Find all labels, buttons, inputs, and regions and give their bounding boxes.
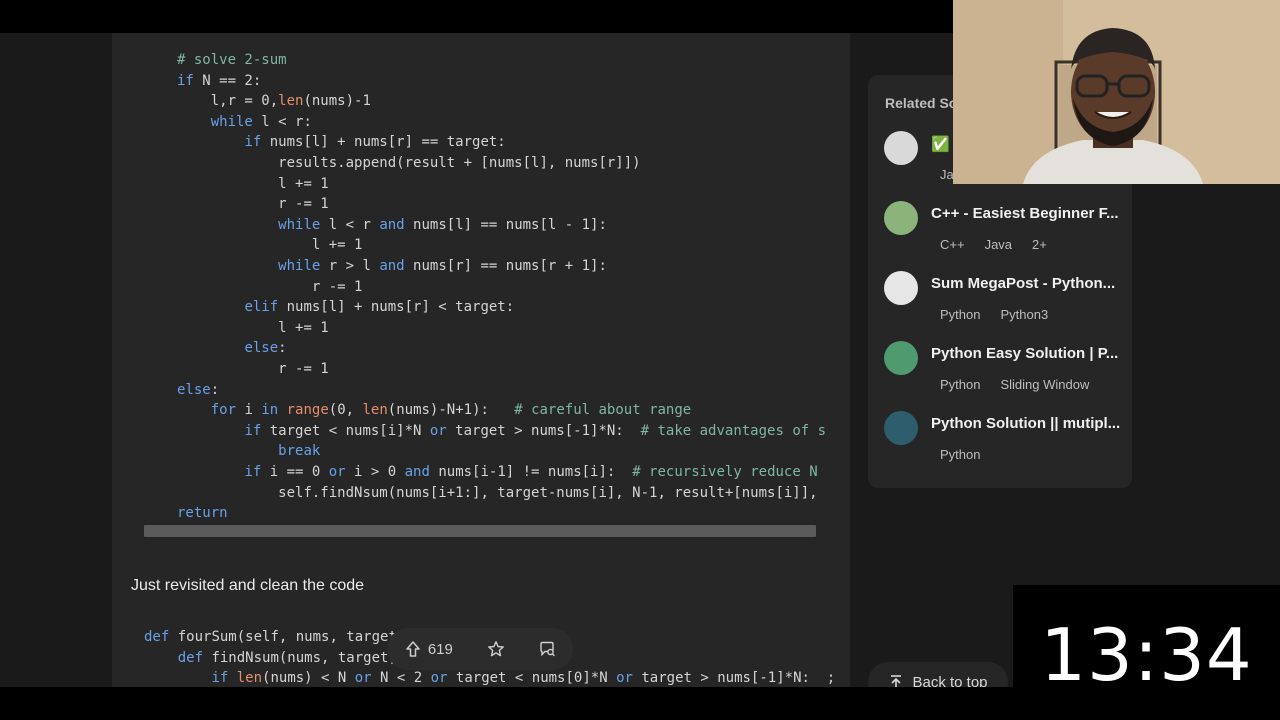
code-line: r -= 1 (311, 278, 363, 295)
code-line: while l < r and nums[l] == nums[l - 1]: (278, 216, 607, 233)
tag[interactable]: C++ (940, 237, 965, 252)
related-solutions-title: Related Sc (885, 95, 957, 111)
favorite-button[interactable] (487, 640, 505, 658)
left-gutter (0, 33, 112, 687)
code-line: while r > l and nums[r] == nums[r + 1]: (278, 258, 607, 274)
code-line: if nums[l] + nums[r] == target: (244, 134, 506, 151)
video-timestamp-overlay: 13:34 (1013, 585, 1280, 720)
code-line: # solve 2-sum (177, 52, 287, 68)
horizontal-scrollbar[interactable] (144, 525, 816, 537)
tag[interactable]: Python (940, 307, 980, 322)
avatar (884, 131, 918, 165)
tag[interactable]: Ja (940, 167, 954, 182)
code-line: elif nums[l] + nums[r] < target: (244, 299, 515, 316)
code-line: if N == 2: (177, 72, 262, 89)
upvote-button[interactable]: 619 (404, 640, 453, 658)
code-line: if len(nums) < N or N < 2 or target < nu… (211, 670, 836, 687)
related-solution-tags: Python Python3 (940, 307, 1068, 322)
arrow-up-to-line-icon (891, 675, 902, 687)
related-solution-title[interactable]: C++ - Easiest Beginner F... (931, 205, 1119, 222)
tag[interactable]: Sliding Window (1000, 377, 1089, 392)
code-line: self.findNsum(nums[i+1:], target-nums[i]… (278, 484, 818, 501)
code-line: r -= 1 (278, 196, 329, 213)
avatar (884, 341, 918, 375)
code-line: results.append(result + [nums[l], nums[r… (278, 155, 641, 171)
code-line: else: (244, 340, 287, 357)
code-line: break (278, 443, 321, 460)
code-line: l += 1 (278, 319, 329, 336)
webcam-overlay (953, 0, 1280, 184)
tag[interactable]: Python3 (1000, 307, 1048, 322)
code-line: while l < r: (210, 113, 312, 130)
upvote-count: 619 (427, 640, 453, 658)
code-line: return (177, 505, 228, 522)
upvote-icon (406, 641, 420, 657)
back-to-top-button[interactable]: Back to top (868, 662, 1008, 687)
code-line: for i in range(0, len(nums)-N+1): # care… (210, 402, 692, 419)
code-line: l += 1 (311, 237, 363, 254)
tag[interactable]: 2+ (1032, 237, 1047, 252)
comment-search-button[interactable] (538, 640, 556, 658)
action-bar: 619 (387, 628, 573, 670)
chat-search-icon (540, 641, 556, 657)
code-line: r -= 1 (278, 361, 329, 377)
code-line: if target < nums[i]*N or target > nums[-… (244, 422, 827, 439)
avatar (884, 271, 918, 305)
code-line: if i == 0 or i > 0 and nums[i-1] != nums… (244, 464, 818, 480)
star-icon (487, 641, 504, 657)
related-solution-tags: Python Sliding Window (940, 377, 1109, 392)
avatar (884, 411, 918, 445)
code-line: else: (177, 381, 220, 398)
code-line: l += 1 (278, 175, 329, 192)
tag[interactable]: Python (940, 377, 980, 392)
related-solution-title[interactable]: Python Solution || mutipl... (931, 415, 1120, 432)
code-line: l,r = 0,len(nums)-1 (210, 93, 371, 110)
related-solution-title[interactable]: Sum MegaPost - Python... (931, 275, 1115, 292)
solution-content[interactable]: # solve 2-sum if N == 2: l,r = 0,len(nums… (112, 33, 850, 687)
tag[interactable]: Java (985, 237, 1012, 252)
code-line: def fourSum(self, nums, target) (144, 629, 406, 645)
back-to-top-label: Back to top (912, 673, 988, 688)
timestamp-text: 13:34 (1040, 613, 1253, 697)
code-line: def findNsum(nums, target, (177, 649, 397, 666)
related-solution-tags: C++ Java 2+ (940, 237, 1067, 252)
avatar (884, 201, 918, 235)
tag[interactable]: Python (940, 447, 980, 462)
related-solution-title[interactable]: Python Easy Solution | P... (931, 345, 1118, 362)
solution-note: Just revisited and clean the code (131, 577, 365, 594)
related-solution-tags: Python (940, 447, 1000, 462)
webcam-person-image (953, 0, 1280, 184)
